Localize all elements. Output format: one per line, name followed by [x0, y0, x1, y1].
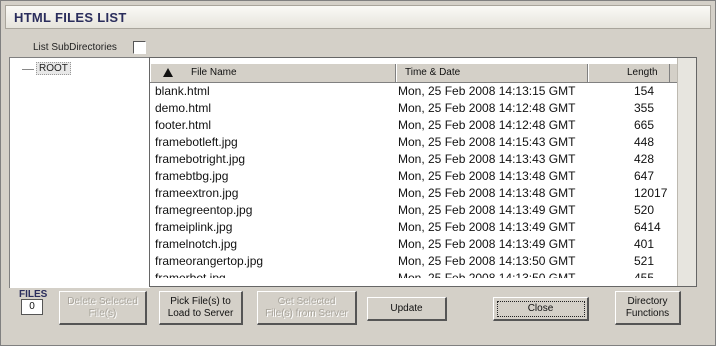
- file-name: footer.html: [155, 118, 212, 132]
- column-header-length[interactable]: Length: [588, 64, 670, 82]
- file-date: Mon, 25 Feb 2008 14:13:49 GMT: [398, 220, 576, 234]
- file-name: frameiplink.jpg: [155, 220, 233, 234]
- column-header-time-date[interactable]: Time & Date: [396, 64, 588, 82]
- close-button[interactable]: Close: [493, 297, 589, 321]
- file-name: blank.html: [155, 84, 210, 98]
- file-row[interactable]: frameiplink.jpg Mon, 25 Feb 2008 14:13:49…: [150, 219, 678, 236]
- vertical-scrollbar[interactable]: [677, 58, 696, 286]
- file-list-rows: blank.html Mon, 25 Feb 2008 14:13:15 GMT 1…: [150, 83, 678, 278]
- file-length: 428: [634, 152, 655, 166]
- html-files-list-window: HTML FILES LIST List SubDirectories ROOT…: [0, 0, 716, 346]
- pick-files-button[interactable]: Pick File(s) to Load to Server: [159, 291, 243, 325]
- file-row[interactable]: framebotleft.jpg Mon, 25 Feb 2008 14:15:4…: [150, 134, 678, 151]
- file-name: frameextron.jpg: [155, 186, 239, 200]
- update-button[interactable]: Update: [367, 297, 447, 321]
- file-date: Mon, 25 Feb 2008 14:13:48 GMT: [398, 186, 576, 200]
- file-row[interactable]: frameextron.jpg Mon, 25 Feb 2008 14:13:48…: [150, 185, 678, 202]
- file-name: demo.html: [155, 101, 212, 115]
- column-header-file-name-label: File Name: [191, 67, 237, 78]
- window-title: HTML FILES LIST: [14, 10, 127, 25]
- file-length: 521: [634, 254, 655, 268]
- column-header-length-label: Length: [627, 67, 658, 78]
- tree-connector-line: [22, 69, 34, 70]
- column-header-time-date-label: Time & Date: [405, 67, 461, 78]
- file-length: 6414: [634, 220, 661, 234]
- file-name: frameorangertop.jpg: [155, 254, 264, 268]
- tree-node-root[interactable]: ROOT: [36, 62, 71, 75]
- file-date: Mon, 25 Feb 2008 14:13:48 GMT: [398, 169, 576, 183]
- file-length: 520: [634, 203, 655, 217]
- file-length: 12017: [634, 186, 668, 200]
- file-name: framerbot.jpg: [155, 271, 226, 278]
- file-name: framelnotch.jpg: [155, 237, 238, 251]
- file-date: Mon, 25 Feb 2008 14:13:49 GMT: [398, 237, 576, 251]
- file-date: Mon, 25 Feb 2008 14:12:48 GMT: [398, 101, 576, 115]
- file-date: Mon, 25 Feb 2008 14:13:15 GMT: [398, 84, 576, 98]
- file-length: 355: [634, 101, 655, 115]
- file-row[interactable]: framebotright.jpg Mon, 25 Feb 2008 14:13:…: [150, 151, 678, 168]
- file-length: 647: [634, 169, 655, 183]
- file-name: framegreentop.jpg: [155, 203, 253, 217]
- file-row[interactable]: blank.html Mon, 25 Feb 2008 14:13:15 GMT 1…: [150, 83, 678, 100]
- files-counter-value: 0: [21, 299, 43, 315]
- directory-tree[interactable]: ROOT: [9, 57, 150, 288]
- file-list-view[interactable]: File Name Time & Date Length blank.html M…: [149, 57, 697, 287]
- file-row[interactable]: footer.html Mon, 25 Feb 2008 14:12:48 GMT…: [150, 117, 678, 134]
- column-header-file-name[interactable]: File Name: [150, 64, 396, 82]
- file-length: 401: [634, 237, 655, 251]
- file-row[interactable]: frameorangertop.jpg Mon, 25 Feb 2008 14:1…: [150, 253, 678, 270]
- list-subdirectories-label: List SubDirectories: [33, 42, 117, 53]
- file-row[interactable]: framerbot.jpg Mon, 25 Feb 2008 14:13:50 G…: [150, 270, 678, 278]
- file-date: Mon, 25 Feb 2008 14:15:43 GMT: [398, 135, 576, 149]
- directory-functions-button[interactable]: Directory Functions: [615, 291, 681, 325]
- file-name: framebotright.jpg: [155, 152, 246, 166]
- file-row[interactable]: demo.html Mon, 25 Feb 2008 14:12:48 GMT 35…: [150, 100, 678, 117]
- file-length: 448: [634, 135, 655, 149]
- list-subdirectories-checkbox[interactable]: [133, 41, 146, 54]
- file-name: framebotleft.jpg: [155, 135, 238, 149]
- file-row[interactable]: framebtbg.jpg Mon, 25 Feb 2008 14:13:48 G…: [150, 168, 678, 185]
- file-row[interactable]: framelnotch.jpg Mon, 25 Feb 2008 14:13:49…: [150, 236, 678, 253]
- delete-selected-files-button[interactable]: Delete Selected File(s): [59, 291, 147, 325]
- file-length: 455: [634, 271, 655, 278]
- file-date: Mon, 25 Feb 2008 14:13:43 GMT: [398, 152, 576, 166]
- file-date: Mon, 25 Feb 2008 14:13:49 GMT: [398, 203, 576, 217]
- file-length: 665: [634, 118, 655, 132]
- file-date: Mon, 25 Feb 2008 14:13:50 GMT: [398, 254, 576, 268]
- file-list-header: File Name Time & Date Length: [150, 64, 678, 83]
- file-length: 154: [634, 84, 655, 98]
- sort-ascending-icon: [163, 68, 173, 77]
- file-date: Mon, 25 Feb 2008 14:12:48 GMT: [398, 118, 576, 132]
- file-name: framebtbg.jpg: [155, 169, 229, 183]
- file-date: Mon, 25 Feb 2008 14:13:50 GMT: [398, 271, 576, 278]
- file-row[interactable]: framegreentop.jpg Mon, 25 Feb 2008 14:13:…: [150, 202, 678, 219]
- title-bar: HTML FILES LIST: [5, 5, 711, 29]
- get-selected-files-button[interactable]: Get Selected File(s) from Server: [257, 291, 357, 325]
